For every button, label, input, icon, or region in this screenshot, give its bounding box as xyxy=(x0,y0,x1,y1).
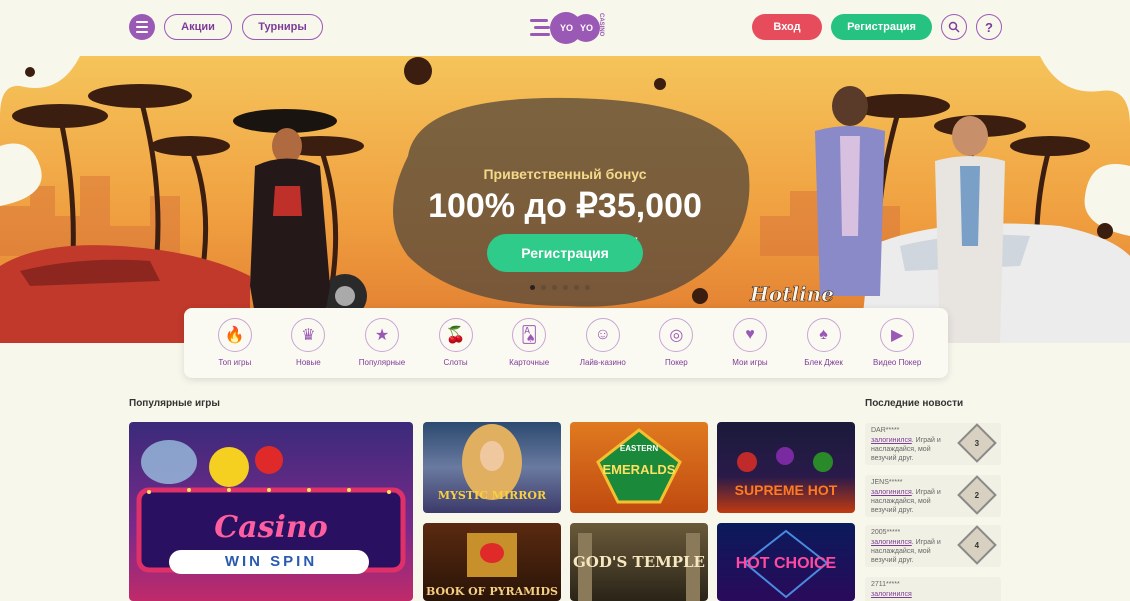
news-link[interactable]: залогинился xyxy=(871,489,912,496)
logo-text-3: CASINO xyxy=(598,13,604,37)
promo-headline: 100% до ₽35,000 xyxy=(428,187,702,225)
game-title: BOOK OF PYRAMIDS xyxy=(426,585,558,598)
category-item[interactable]: ♛ Новые xyxy=(273,308,343,378)
game-tile-casino-win-spin[interactable]: Casino WIN SPIN xyxy=(129,422,413,601)
hero-banner: Hotline Приветственный бонус 100% до ₽35… xyxy=(0,56,1130,343)
category-item[interactable]: 🂡 Карточные xyxy=(494,308,564,378)
category-label: Лайв-казино xyxy=(579,358,626,367)
category-label: Карточные xyxy=(509,358,550,367)
carousel-dot[interactable] xyxy=(541,285,546,290)
carousel-dot[interactable] xyxy=(574,285,579,290)
game-tile-gods-temple[interactable]: GOD'S TEMPLE xyxy=(570,523,708,601)
help-icon[interactable]: ? xyxy=(976,14,1002,40)
category-label: Топ игры xyxy=(218,358,252,367)
poker-chip-icon: ◎ xyxy=(659,318,694,352)
news-user: DAR***** xyxy=(871,427,900,434)
fire-icon: 🔥 xyxy=(217,318,252,352)
cherry-icon: 🍒 xyxy=(438,318,473,352)
category-label: Мои игры xyxy=(732,358,768,367)
category-item[interactable]: ◎ Покер xyxy=(641,308,711,378)
carousel-dot[interactable] xyxy=(563,285,568,290)
category-label: Новые xyxy=(296,358,321,367)
hotline-logo-text: Hotline xyxy=(749,282,834,306)
game-tile-eastern-emeralds[interactable]: EASTERN EMERALDS xyxy=(570,422,708,513)
carousel-dots xyxy=(530,285,590,290)
game-title: GOD'S TEMPLE xyxy=(573,553,705,571)
category-item[interactable]: ♥ Мои игры xyxy=(715,308,785,378)
carousel-dot[interactable] xyxy=(552,285,557,290)
rank-number: 3 xyxy=(974,438,980,448)
news-item[interactable]: DAR***** залогинился. Играй и наслаждайся… xyxy=(865,423,1001,465)
play-icon: ▶ xyxy=(880,318,915,352)
login-button[interactable]: Вход xyxy=(752,14,822,40)
category-label: Слоты xyxy=(443,358,468,367)
category-item[interactable]: ☺ Лайв-казино xyxy=(568,308,638,378)
category-item[interactable]: ♠ Блек Джек xyxy=(789,308,859,378)
game-tile-book-of-pyramids[interactable]: BOOK OF PYRAMIDS xyxy=(423,523,561,601)
spade-icon: ♠ xyxy=(806,318,841,352)
register-button[interactable]: Регистрация xyxy=(831,14,932,40)
category-item[interactable]: ▶ Видео Покер xyxy=(862,308,932,378)
promo-subtitle: Приветственный бонус xyxy=(483,166,647,182)
news-text: залогинился. Играй и наслаждайся, мой ве… xyxy=(871,538,951,565)
game-title: MYSTIC MIRROR xyxy=(437,489,547,502)
category-item[interactable]: 🔥 Топ игры xyxy=(200,308,270,378)
site-header: Акции Турниры YO YO CASINO Вход Регистра… xyxy=(0,0,1130,56)
logo-text-1: YO xyxy=(560,23,573,33)
game-tile-mystic-mirror[interactable]: MYSTIC MIRROR xyxy=(423,422,561,513)
dealer-icon: ☺ xyxy=(585,318,620,352)
crown-icon: ♛ xyxy=(291,318,326,352)
game-subtitle: EASTERN xyxy=(619,444,659,453)
cards-icon: 🂡 xyxy=(512,318,547,352)
rank-number: 4 xyxy=(974,540,980,550)
supreme-hot-art xyxy=(737,447,833,472)
news-item[interactable]: JENS***** залогинился. Играй и наслаждайс… xyxy=(865,475,1001,517)
rank-badge-icon: 3 xyxy=(957,423,997,463)
category-label: Популярные xyxy=(358,358,406,367)
tournaments-button[interactable]: Турниры xyxy=(242,14,323,40)
news-link[interactable]: залогинился xyxy=(871,437,912,444)
carousel-dot[interactable] xyxy=(530,285,535,290)
category-label: Покер xyxy=(665,358,688,367)
news-link[interactable]: залогинился xyxy=(871,591,912,598)
game-title: HOT CHOICE xyxy=(735,555,837,572)
game-tile-hot-choice[interactable]: HOT CHOICE xyxy=(717,523,855,601)
latest-news-title: Последние новости xyxy=(865,398,964,409)
yoyo-casino-logo[interactable]: YO YO CASINO xyxy=(528,9,606,47)
hearts-icon: ♥ xyxy=(732,318,767,352)
game-tile-supreme-hot[interactable]: SUPREME HOT xyxy=(717,422,855,513)
popular-games-title: Популярные игры xyxy=(129,398,220,409)
category-label: Блек Джек xyxy=(804,358,843,367)
news-item[interactable]: 2005***** залогинился. Играй и наслаждайс… xyxy=(865,525,1001,567)
category-item[interactable]: ★ Популярные xyxy=(347,308,417,378)
search-icon[interactable] xyxy=(941,14,967,40)
news-user: 2711***** xyxy=(871,581,900,588)
game-title: SUPREME HOT xyxy=(734,482,838,498)
rank-badge-icon: 2 xyxy=(957,475,997,515)
news-user: 2005***** xyxy=(871,529,901,536)
carousel-dot[interactable] xyxy=(585,285,590,290)
game-subtitle: WIN SPIN xyxy=(224,553,318,570)
hero-register-button[interactable]: Регистрация xyxy=(487,234,643,272)
logo-text-2: YO xyxy=(580,23,593,33)
news-link[interactable]: залогинился xyxy=(871,539,912,546)
category-label: Видео Покер xyxy=(873,358,922,367)
game-title: Casino xyxy=(214,510,328,545)
promo-text-block: Приветственный бонус 100% до ₽35,000 + 2… xyxy=(378,96,752,311)
star-icon: ★ xyxy=(364,318,399,352)
rank-badge-icon: 4 xyxy=(957,525,997,565)
news-item[interactable]: 2711***** залогинился xyxy=(865,577,1001,601)
category-item[interactable]: 🍒 Слоты xyxy=(421,308,491,378)
news-text: залогинился. Играй и наслаждайся, мой ве… xyxy=(871,436,951,463)
news-text: залогинился. Играй и наслаждайся, мой ве… xyxy=(871,488,951,515)
news-text: залогинился xyxy=(871,590,951,599)
promotions-button[interactable]: Акции xyxy=(164,14,232,40)
rank-number: 2 xyxy=(974,490,980,500)
hamburger-menu-icon[interactable] xyxy=(129,14,155,40)
category-bar: 🔥 Топ игры ♛ Новые ★ Популярные 🍒 Слоты 🂡 Карточн… xyxy=(184,308,948,378)
news-user: JENS***** xyxy=(871,479,903,486)
game-title: EMERALDS xyxy=(602,462,676,477)
